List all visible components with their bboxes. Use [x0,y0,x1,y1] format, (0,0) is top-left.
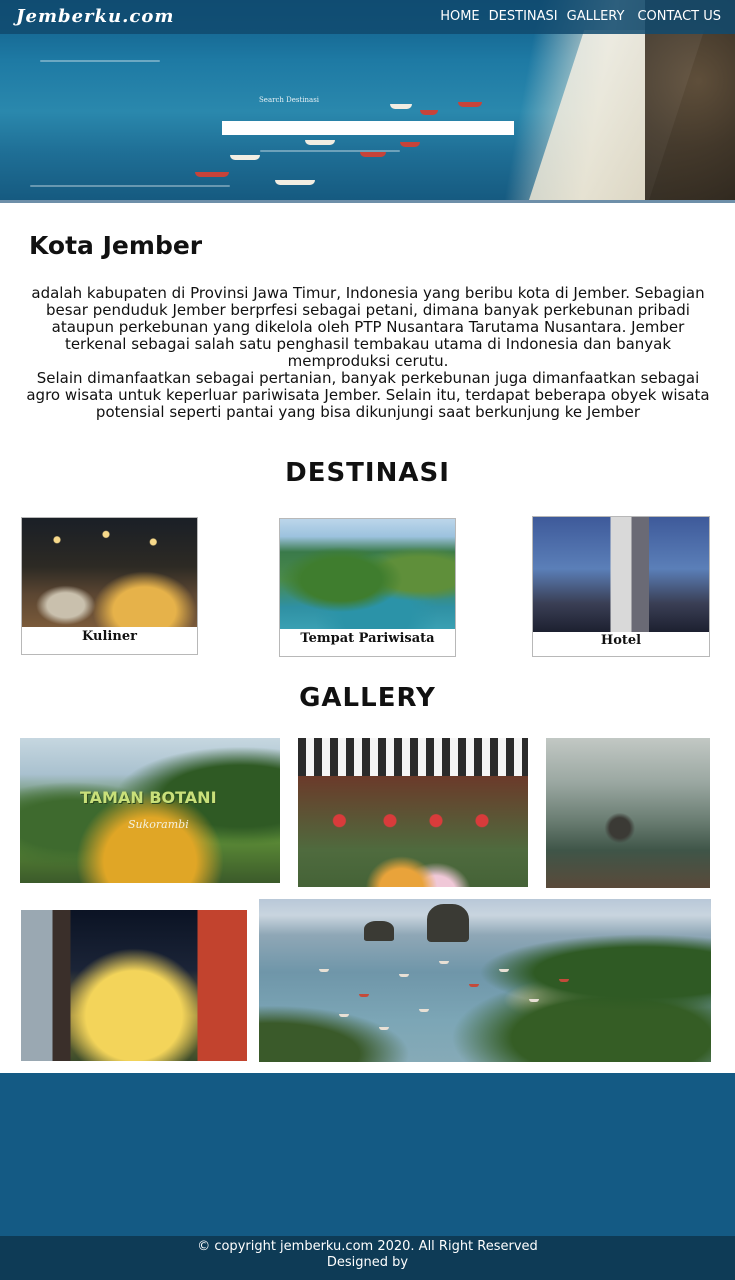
boat [305,140,335,145]
about-paragraph: Selain dimanfaatkan sebagai pertanian, b… [26,369,710,421]
navbar: Jemberku.com HOME DESTINASI GALLERY CONT… [0,0,735,34]
copyright-text: © copyright jemberku.com 2020. All Right… [197,1239,538,1254]
destination-card-hotel[interactable]: Hotel [532,516,710,657]
search-input[interactable] [222,121,514,135]
boat [499,969,509,972]
footer [0,1073,735,1236]
boat [360,152,386,157]
destinasi-title: DESTINASI [285,458,450,488]
nav-contact-us[interactable]: CONTACT US [637,9,721,24]
nav-gallery[interactable]: GALLERY [567,9,625,24]
boat [275,180,315,185]
designed-by-text: Designed by [326,1255,409,1270]
gallery-image-misty-hill[interactable] [546,738,710,888]
gallery-image-night-village[interactable] [21,910,247,1061]
boat [458,102,482,107]
rock [427,904,469,942]
boat [230,155,260,160]
boat [390,104,412,109]
boat [319,969,329,972]
festival-scene [298,776,528,887]
brand-logo[interactable]: Jemberku.com [16,6,174,27]
boat [469,984,479,987]
boat [439,961,449,964]
boat [359,994,369,997]
botani-sign: TAMAN BOTANI [80,788,217,807]
kuliner-image [22,518,197,627]
boat [195,172,229,177]
destination-card-pariwisata[interactable]: Tempat Pariwisata [279,518,456,657]
hero-banner: Jemberku.com HOME DESTINASI GALLERY CONT… [0,0,735,203]
footer-text: © copyright jemberku.com 2020. All Right… [0,1239,735,1271]
boat [419,1009,429,1012]
destination-card-label: Kuliner [82,629,137,644]
destination-card-label: Hotel [600,633,642,648]
about-paragraph: adalah kabupaten di Provinsi Jawa Timur,… [31,284,705,370]
nav-home[interactable]: HOME [440,9,479,24]
gallery-image-festival[interactable] [298,738,528,887]
hero-border [0,200,735,203]
wave [30,185,230,187]
boat [379,1027,389,1030]
boat [420,110,438,115]
boat [529,999,539,1002]
pariwisata-image [280,519,455,629]
botani-subsign: Sukorambi [128,818,189,831]
search-label: Search Destinasi [259,96,320,104]
about-text: adalah kabupaten di Provinsi Jawa Timur,… [22,285,714,421]
gallery-image-beach-bay[interactable] [259,899,711,1062]
rock [364,921,394,941]
gallery-image-taman-botani[interactable]: TAMAN BOTANI Sukorambi [20,738,280,883]
boat [400,142,420,147]
boat [399,974,409,977]
destination-card-kuliner[interactable]: Kuliner [21,517,198,655]
nav-destinasi[interactable]: DESTINASI [489,9,558,24]
wave [40,60,160,62]
destination-card-label: Tempat Pariwisata [300,631,435,646]
main-nav: HOME DESTINASI GALLERY CONTACT US [440,9,721,24]
about-title: Kota Jember [29,231,203,260]
boat [559,979,569,982]
hotel-image [533,517,709,632]
boat [339,1014,349,1017]
gallery-title: GALLERY [299,683,436,713]
